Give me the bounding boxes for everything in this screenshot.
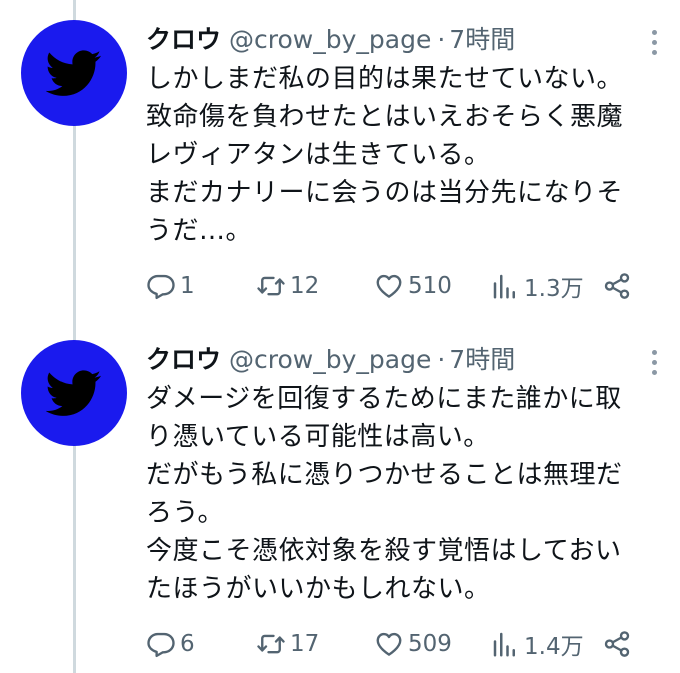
bird-icon <box>46 50 102 96</box>
like-count: 509 <box>408 631 452 657</box>
tweet-header: クロウ @crow_by_page · 7時間 <box>146 20 666 60</box>
reply-button[interactable]: 6 <box>146 624 195 664</box>
retweet-count: 17 <box>290 631 320 657</box>
views-count: 1.3万 <box>524 276 584 302</box>
tweet-content: クロウ @crow_by_page · 7時間 しかしまだ私の目的は果たせていな… <box>146 20 666 250</box>
timestamp[interactable]: 7時間 <box>449 20 515 60</box>
retweet-button[interactable]: 12 <box>256 266 319 306</box>
retweet-icon <box>257 634 285 654</box>
tweet-text-line: り憑いている可能性は高い。 <box>146 422 490 452</box>
tweet-text: しかしまだ私の目的は果たせていない。 致命傷を負わせたとはいえおそらく悪魔 レヴ… <box>146 60 666 250</box>
share-button[interactable] <box>602 624 632 664</box>
tweet-text-line: レヴィアタンは生きている。 <box>146 140 491 170</box>
display-name[interactable]: クロウ <box>146 20 221 60</box>
bird-icon <box>46 370 102 416</box>
reply-button[interactable]: 1 <box>146 266 195 306</box>
reply-icon <box>147 632 175 658</box>
tweet-text-line: しかしまだ私の目的は果たせていない。 <box>146 64 624 94</box>
more-icon[interactable] <box>652 350 658 375</box>
tweet-text-line: たほうがいいかもしれない。 <box>146 574 491 604</box>
tweet-actions: 6 17 509 1.4万 <box>146 624 646 664</box>
tweet-text-line: 致命傷を負わせたとはいえおそらく悪魔 <box>146 102 624 132</box>
separator-dot: · <box>437 25 446 54</box>
user-handle[interactable]: @crow_by_page <box>229 340 431 380</box>
reply-count: 6 <box>180 631 195 657</box>
separator-dot: · <box>437 345 446 374</box>
retweet-button[interactable]: 17 <box>256 624 319 664</box>
heart-icon <box>376 274 402 298</box>
retweet-icon <box>257 276 285 296</box>
like-count: 510 <box>408 273 452 299</box>
tweet-text-line: だがもう私に憑りつかせることは無理だ <box>146 460 623 490</box>
share-button[interactable] <box>602 266 632 306</box>
tweet-actions: 1 12 510 1.3万 <box>146 266 646 306</box>
views-button[interactable]: 1.4万 <box>490 624 584 664</box>
reply-count: 1 <box>180 273 195 299</box>
like-button[interactable]: 510 <box>374 266 452 306</box>
tweet-text-line: 今度こそ憑依対象を殺す覚悟はしておい <box>146 536 622 566</box>
views-icon <box>493 632 515 657</box>
thread-page: クロウ @crow_by_page · 7時間 しかしまだ私の目的は果たせていな… <box>0 0 680 673</box>
user-handle[interactable]: @crow_by_page <box>229 20 431 60</box>
display-name[interactable]: クロウ <box>146 340 221 380</box>
share-icon <box>604 631 630 657</box>
tweet-text-line: まだカナリーに会うのは当分先になりそ <box>146 178 624 208</box>
tweet-header: クロウ @crow_by_page · 7時間 <box>146 340 666 380</box>
timestamp[interactable]: 7時間 <box>449 340 515 380</box>
tweet-text-line: うだ…。 <box>146 216 253 246</box>
views-count: 1.4万 <box>524 634 584 660</box>
tweet-text-line: ダメージを回復するためにまた誰かに取 <box>146 384 622 414</box>
views-icon <box>493 274 515 299</box>
tweet-content: クロウ @crow_by_page · 7時間 ダメージを回復するためにまた誰か… <box>146 340 666 608</box>
share-icon <box>604 273 630 299</box>
more-icon[interactable] <box>652 30 658 55</box>
retweet-count: 12 <box>290 273 320 299</box>
tweet-text: ダメージを回復するためにまた誰かに取 り憑いている可能性は高い。 だがもう私に憑… <box>146 380 666 608</box>
reply-icon <box>147 274 175 300</box>
tweet-text-line: ろう。 <box>146 498 224 528</box>
like-button[interactable]: 509 <box>374 624 452 664</box>
avatar[interactable] <box>21 340 127 446</box>
views-button[interactable]: 1.3万 <box>490 266 584 306</box>
heart-icon <box>376 632 402 656</box>
avatar[interactable] <box>21 20 127 126</box>
